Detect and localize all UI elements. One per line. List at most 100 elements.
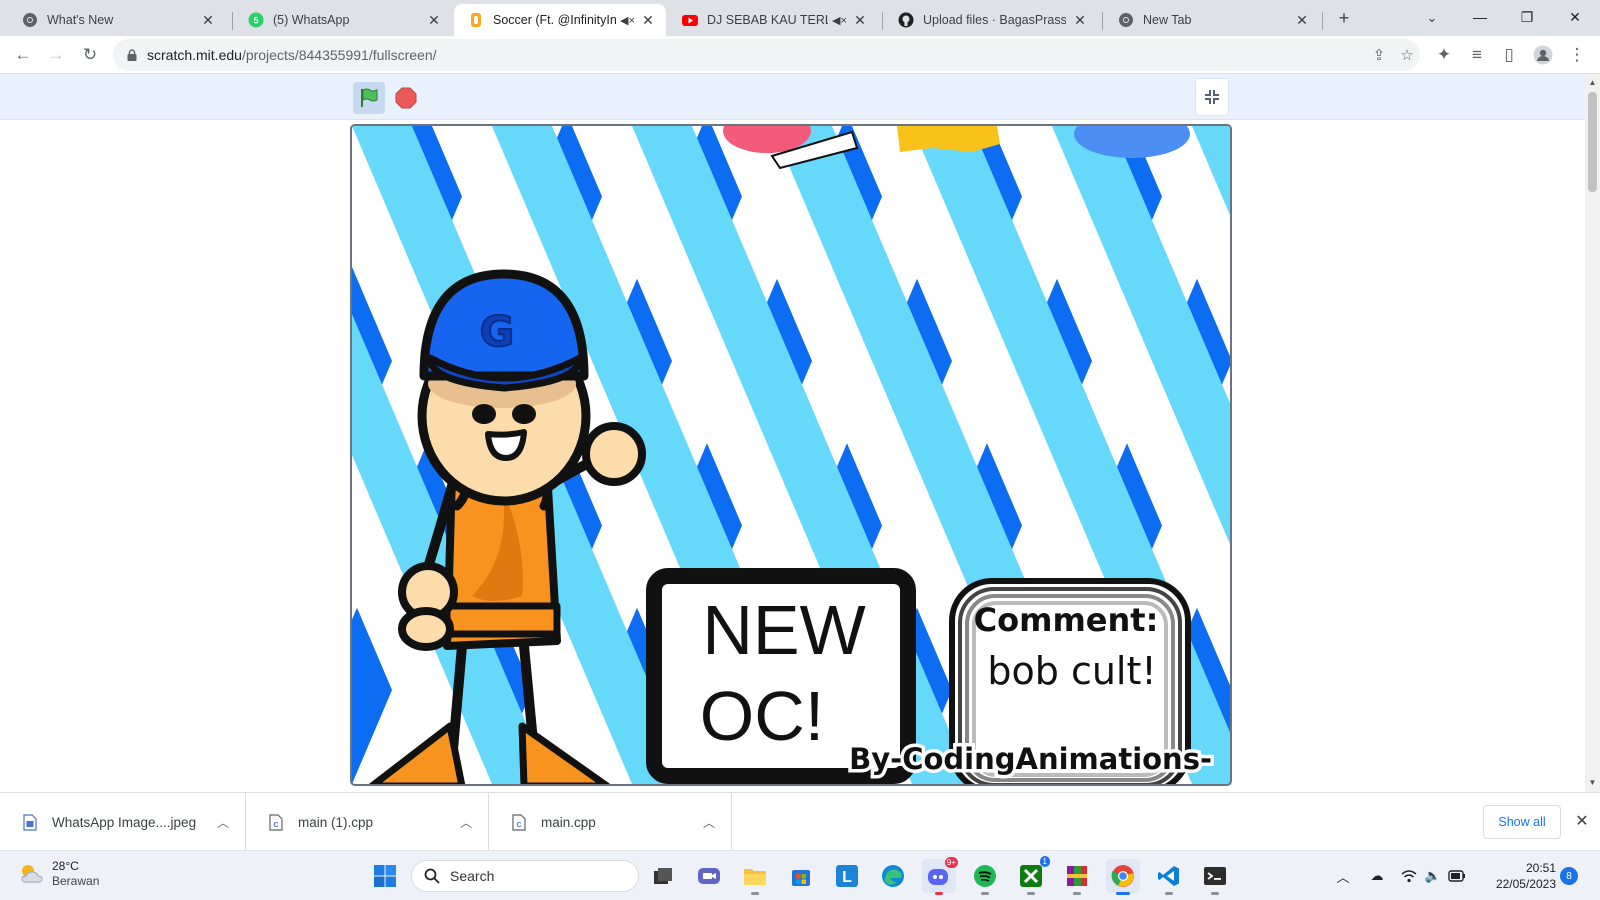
spotify-app[interactable] [968,859,1002,895]
page-scrollbar[interactable]: ▲ ▼ [1585,74,1600,792]
chrome-app[interactable] [1106,859,1140,895]
store-icon [792,870,810,886]
tab-title: What's New [47,13,114,27]
bookmark-star-icon[interactable]: ☆ [1395,43,1419,67]
muted-speaker-icon[interactable]: ◀× [832,14,847,27]
task-view-button[interactable] [646,859,680,893]
side-panel-icon[interactable]: ▯ [1494,40,1524,70]
tab-title: New Tab [1143,13,1192,27]
browser-toolbar: ← → ↻ scratch.mit.edu/projects/844355991… [0,36,1600,74]
app-running-indicator [1165,892,1173,895]
teams-chat-app[interactable] [692,859,726,893]
terminal-app[interactable] [1198,859,1232,895]
download-item[interactable]: C main.cpp ︿ [489,793,732,851]
close-window-button[interactable]: ✕ [1552,0,1598,34]
exit-fullscreen-button[interactable] [1195,78,1229,116]
downloads-bar: WhatsApp Image....jpeg ︿ C main (1).cpp … [0,792,1600,851]
discord-badge: 9+ [944,857,958,868]
scroll-up-arrow-icon[interactable]: ▲ [1588,78,1597,87]
forward-arrow-icon[interactable]: → [41,40,71,70]
project-stage[interactable]: G NEW OC! Comment: bob cult! By-CodingAn… [350,124,1232,786]
tab-new-tab[interactable]: New Tab ✕ [1104,4,1320,36]
download-filename: main (1).cpp [298,814,374,830]
system-clock[interactable]: 20:51 22/05/2023 [1480,860,1556,892]
stop-sign-icon [395,87,417,109]
tab-divider [232,12,233,30]
xbox-app[interactable]: 1 [1014,856,1050,895]
chevron-up-icon[interactable]: ︿ [215,814,231,831]
scrollbar-thumb[interactable] [1588,92,1597,192]
download-item[interactable]: WhatsApp Image....jpeg ︿ [0,793,246,851]
stop-button[interactable] [390,82,422,114]
app-running-indicator [1211,892,1219,895]
chevron-up-icon[interactable]: ︿ [458,814,474,831]
tab-github[interactable]: Upload files · BagasPrass/A ✕ [884,4,1098,36]
onedrive-cloud-icon[interactable]: ☁ [1366,865,1388,887]
scroll-down-arrow-icon[interactable]: ▼ [1588,778,1597,787]
l-app[interactable]: L [830,859,864,893]
media-control-icon[interactable]: ≡ [1462,40,1492,70]
notification-badge[interactable]: 8 [1560,867,1578,885]
discord-app[interactable]: 9+ [922,857,958,895]
browser-menu-icon[interactable]: ⋮ [1562,40,1592,70]
tab-whats-new[interactable]: What's New ✕ [8,4,226,36]
edge-browser-app[interactable] [876,859,910,893]
svg-text:5: 5 [253,16,258,26]
search-icon [424,868,440,884]
microsoft-store-app[interactable] [784,859,818,893]
close-tab-icon[interactable]: ✕ [1294,12,1310,29]
teams-chat-icon [698,868,720,884]
battery-icon[interactable] [1446,865,1468,887]
close-tab-icon[interactable]: ✕ [426,12,442,29]
windows-logo-icon [374,865,396,887]
minimize-button[interactable]: — [1457,0,1503,34]
close-tab-icon[interactable]: ✕ [640,12,656,29]
back-arrow-icon[interactable]: ← [8,40,38,70]
profile-avatar-icon[interactable] [1528,40,1558,70]
tab-title: Upload files · BagasPrass/A [923,13,1066,27]
app-running-indicator [1073,892,1081,895]
close-downloads-icon[interactable]: ✕ [1570,809,1594,833]
green-flag-button[interactable] [353,82,385,114]
sign-line-oc: OC! [700,677,824,755]
file-explorer-app[interactable] [738,859,772,895]
tab-youtube[interactable]: DJ SEBAB KAU TERLALU ◀× ✕ [668,4,878,36]
close-tab-icon[interactable]: ✕ [200,12,216,29]
close-tab-icon[interactable]: ✕ [1072,12,1088,29]
address-bar[interactable]: scratch.mit.edu/projects/844355991/fulls… [113,39,1420,71]
weather-widget[interactable]: 28°C Berawan [18,859,99,889]
new-tab-button[interactable]: + [1330,4,1358,32]
image-file-icon [22,813,38,831]
tab-search-chevron-icon[interactable]: ⌄ [1418,4,1446,32]
reload-icon[interactable]: ↻ [75,40,105,70]
partly-cloudy-icon [21,865,43,883]
volume-icon[interactable]: 🔈 [1422,865,1444,887]
share-icon[interactable]: ⇪ [1367,43,1391,67]
clock-date: 22/05/2023 [1495,877,1556,891]
extensions-puzzle-icon[interactable]: ✦ [1429,40,1459,70]
chevron-up-icon[interactable]: ︿ [701,814,717,831]
url-host: scratch.mit.edu [147,47,242,63]
restore-button[interactable]: ❐ [1504,0,1550,34]
close-tab-icon[interactable]: ✕ [852,12,868,29]
wifi-icon[interactable] [1398,865,1420,887]
l-app-icon: L [836,865,858,887]
download-item[interactable]: C main (1).cpp ︿ [246,793,489,851]
scratch-player-controls [0,74,1585,120]
tab-scratch-soccer[interactable]: Soccer (Ft. @InfinityIns ◀× ✕ [454,4,666,36]
tab-title: Soccer (Ft. @InfinityIns [493,13,616,27]
muted-speaker-icon[interactable]: ◀× [620,14,635,27]
vscode-app[interactable] [1152,859,1186,895]
search-label: Search [450,868,495,884]
start-button[interactable] [368,859,402,893]
weather-temperature: 28°C [52,859,79,873]
folder-icon [744,869,766,885]
winrar-app[interactable] [1060,859,1094,895]
show-all-downloads-button[interactable]: Show all [1483,805,1561,839]
comment-label: Comment: [974,601,1159,639]
show-hidden-icons-chevron-icon[interactable]: ︿ [1332,865,1354,887]
taskbar-search-box[interactable]: Search [411,860,639,892]
tab-divider [1322,12,1323,30]
weather-condition: Berawan [52,874,100,888]
tab-whatsapp[interactable]: 5 (5) WhatsApp ✕ [234,4,452,36]
